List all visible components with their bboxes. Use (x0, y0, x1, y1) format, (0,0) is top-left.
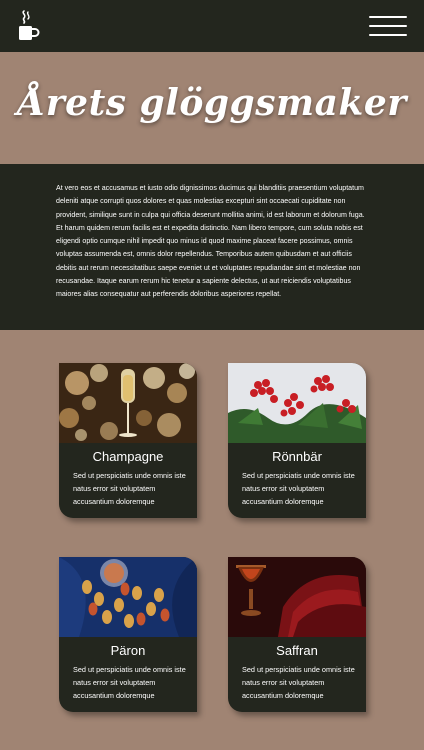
hamburger-menu-icon[interactable] (366, 13, 410, 39)
card-title: Päron (110, 643, 146, 658)
card-text: Sed ut perspiciatis unde omnis iste natu… (242, 665, 355, 700)
card-text: Sed ut perspiciatis unde omnis iste natu… (73, 665, 186, 700)
menu-bar (369, 25, 407, 27)
card-ronnbar[interactable]: Rönnbär Sed ut perspiciatis unde omnis i… (228, 363, 366, 518)
card-text: Sed ut perspiciatis unde omnis iste natu… (73, 471, 186, 506)
hero-section: Årets glöggsmaker (0, 52, 424, 164)
menu-bar (369, 16, 407, 18)
card-title: Champagne (92, 449, 164, 464)
mug-steam-icon[interactable] (16, 9, 40, 43)
top-navbar (0, 0, 424, 52)
card-title: Rönnbär (272, 449, 322, 464)
card-champagne[interactable]: Champagne Sed ut perspiciatis unde omnis… (59, 363, 197, 518)
card-paron[interactable]: Päron Sed ut perspiciatis unde omnis ist… (59, 557, 197, 712)
page-title: Årets glöggsmaker (17, 82, 407, 124)
card-text: Sed ut perspiciatis unde omnis iste natu… (242, 471, 355, 506)
rowan-berries-photo (228, 363, 366, 443)
menu-bar (369, 34, 407, 36)
champagne-glass-photo (59, 363, 197, 443)
intro-section: At vero eos et accusamus et iusto odio d… (0, 164, 424, 330)
saffron-photo (228, 557, 366, 637)
card-title: Saffran (276, 643, 318, 658)
pears-photo (59, 557, 197, 637)
intro-paragraph: At vero eos et accusamus et iusto odio d… (56, 184, 365, 299)
card-saffran[interactable]: Saffran Sed ut perspiciatis unde omnis i… (228, 557, 366, 712)
